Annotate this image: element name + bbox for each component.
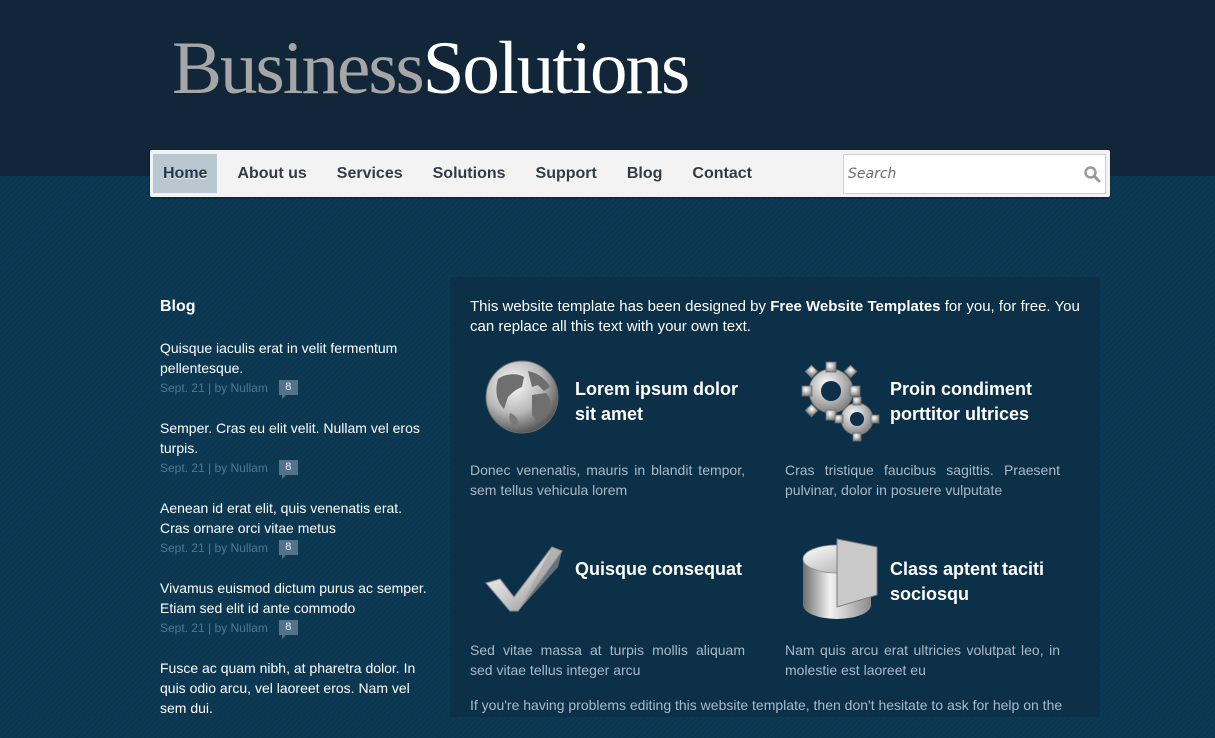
site-logo[interactable]: BusinessSolutions (172, 26, 690, 112)
nav-menu: Home About us Services Solutions Support… (153, 154, 772, 193)
comment-count-badge[interactable]: 8 (278, 539, 298, 559)
gears-icon[interactable] (795, 357, 885, 447)
blog-post: Semper. Cras eu elit velit. Nullam vel e… (160, 418, 430, 479)
intro-link-fwt[interactable]: Free Website Templates (770, 298, 940, 315)
blog-sidebar: Blog Quisque iaculis erat in velit ferme… (160, 296, 430, 738)
blog-post: Quisque iaculis erat in velit fermentum … (160, 338, 430, 399)
feature-text: Sed vitae massa at turpis mollis aliquam… (470, 642, 745, 678)
blog-post-meta: Sept. 21 | by Nullam 8 (160, 458, 430, 479)
blog-post: Vivamus euismod dictum purus ac semper. … (160, 578, 430, 639)
comment-count-badge[interactable]: 8 (278, 379, 298, 399)
comment-count-badge[interactable]: 8 (278, 459, 298, 479)
nav-item-services[interactable]: Services (327, 154, 413, 193)
logo-word-solutions: Solutions (422, 27, 690, 110)
post-date-author: Sept. 21 | by Nullam (160, 541, 268, 555)
nav-item-solutions[interactable]: Solutions (423, 154, 516, 193)
feature-title: Proin condiment porttitor ultrices (890, 379, 1033, 424)
comment-count-badge[interactable]: 8 (278, 619, 298, 639)
feature-title: Class aptent taciti sociosqu (890, 559, 1045, 604)
post-date-author: Sept. 21 | by Nullam (160, 461, 268, 475)
blog-post-link[interactable]: Fusce ac quam nibh, at pharetra dolor. I… (160, 658, 430, 718)
help-text: If you're having problems editing this w… (470, 697, 1063, 713)
blog-post-link[interactable]: Aenean id erat elit, quis venenatis erat… (160, 498, 430, 538)
nav-item-support[interactable]: Support (526, 154, 607, 193)
magnifier-icon[interactable] (1083, 165, 1101, 183)
main-content: This website template has been designed … (450, 277, 1100, 717)
feature-title: Lorem ipsum dolor sit amet (575, 379, 739, 424)
blog-post: Aenean id erat elit, quis venenatis erat… (160, 498, 430, 559)
blog-post-meta: Sept. 21 | by Nullam 8 (160, 378, 430, 399)
feature-text: Donec venenatis, mauris in blandit tempo… (470, 462, 745, 498)
feature-title: Quisque consequat (575, 559, 743, 579)
logo-word-business: Business (172, 27, 425, 110)
nav-item-home[interactable]: Home (153, 154, 218, 193)
blog-post-meta: Sept. 21 | by Nullam 8 (160, 538, 430, 559)
blog-post-link[interactable]: Quisque iaculis erat in velit fermentum … (160, 338, 430, 378)
post-date-author: Sept. 21 | by Nullam (160, 621, 268, 635)
intro-text-start: This website template has been designed … (470, 298, 771, 315)
nav-item-contact[interactable]: Contact (682, 154, 762, 193)
sidebar-title: Blog (160, 298, 196, 315)
blog-post-meta: Sept. 21 | by Nullam 8 (160, 618, 430, 639)
feature-text: Cras tristique faucibus sagittis. Praese… (785, 462, 1060, 498)
pie-chart-icon[interactable] (795, 537, 885, 627)
search-box (843, 154, 1106, 194)
intro-text: This website template has been designed … (470, 297, 1080, 337)
blog-post-link[interactable]: Semper. Cras eu elit velit. Nullam vel e… (160, 418, 430, 458)
nav-item-about-us[interactable]: About us (227, 154, 316, 193)
checkmark-icon[interactable] (480, 537, 570, 627)
globe-icon[interactable] (480, 357, 570, 447)
post-date-author: Sept. 21 | by Nullam (160, 381, 268, 395)
search-input[interactable] (844, 155, 1078, 193)
nav-item-blog[interactable]: Blog (617, 154, 673, 193)
blog-post: Fusce ac quam nibh, at pharetra dolor. I… (160, 658, 430, 718)
feature-text: Nam quis arcu erat ultricies volutpat le… (785, 642, 1060, 678)
blog-post-link[interactable]: Vivamus euismod dictum purus ac semper. … (160, 578, 430, 618)
